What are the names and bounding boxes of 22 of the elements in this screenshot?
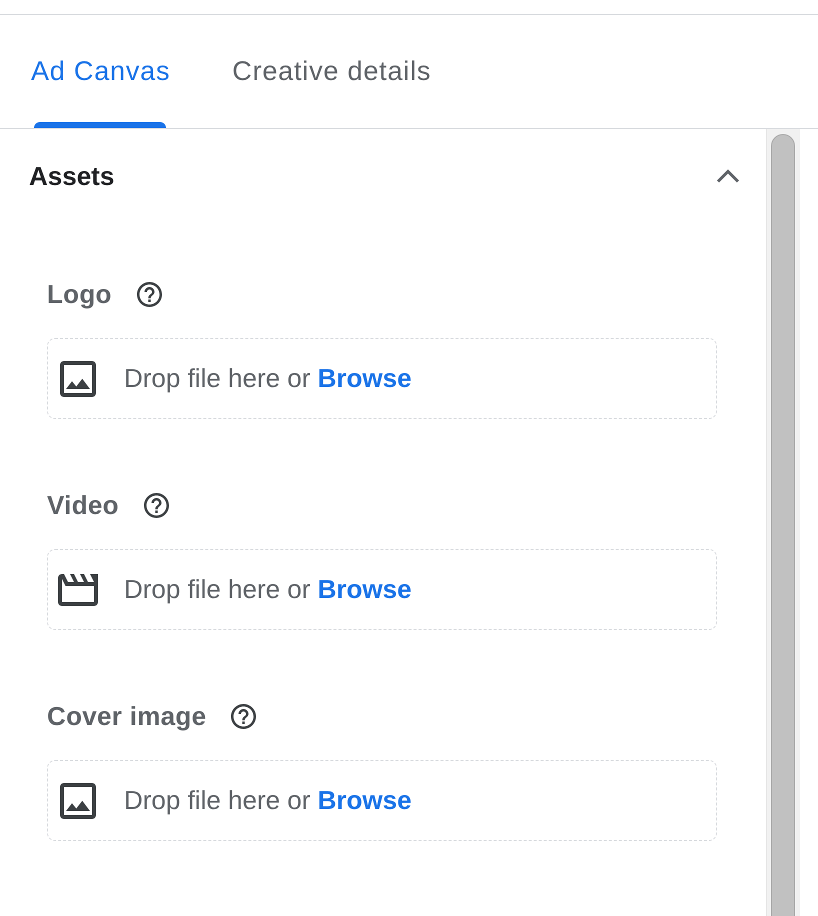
field-label: Cover image xyxy=(47,700,206,732)
browse-link[interactable]: Browse xyxy=(318,574,412,604)
help-icon[interactable] xyxy=(144,492,169,518)
tab[interactable]: Ad Canvas xyxy=(31,15,170,128)
scrollbar-thumb[interactable] xyxy=(771,134,795,916)
help-icon[interactable] xyxy=(136,282,162,306)
browse-link[interactable]: Browse xyxy=(318,363,412,393)
field-label: Logo xyxy=(47,278,112,310)
clapperboard-icon xyxy=(58,574,98,606)
drop-zone[interactable]: Drop file here or Browse xyxy=(47,338,717,419)
image-icon xyxy=(60,360,96,396)
drop-zone[interactable]: Drop file here or Browse xyxy=(47,549,717,630)
drop-hint: Drop file here or Browse xyxy=(124,363,412,394)
section-header[interactable]: Assets xyxy=(0,129,766,223)
browse-link[interactable]: Browse xyxy=(318,785,412,815)
field-label: Video xyxy=(47,490,119,520)
drop-hint: Drop file here or Browse xyxy=(124,785,412,816)
help-icon[interactable] xyxy=(231,704,256,728)
tab[interactable]: Creative details xyxy=(232,15,432,128)
drop-hint: Drop file here or Browse xyxy=(124,574,412,605)
drop-zone[interactable]: Drop file here or Browse xyxy=(47,760,717,841)
image-icon xyxy=(60,782,96,818)
